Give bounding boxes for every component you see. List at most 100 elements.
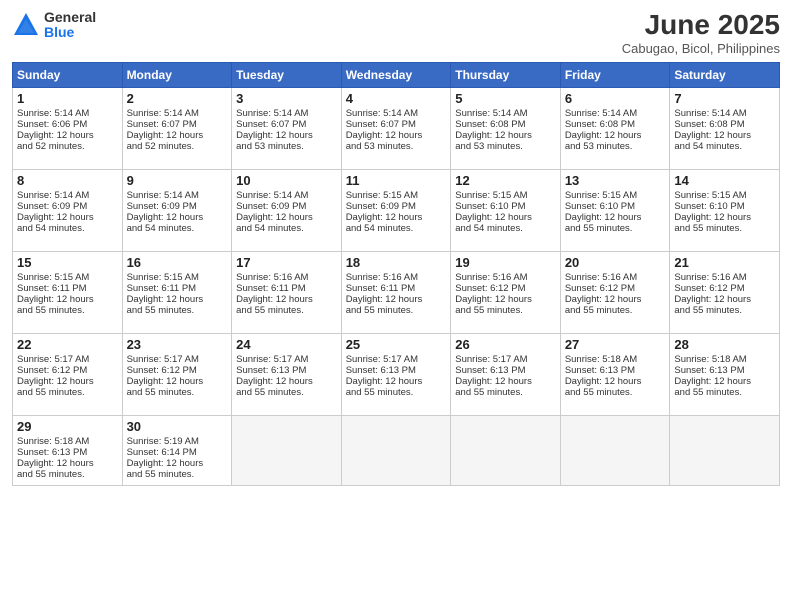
logo-blue: Blue	[44, 25, 96, 40]
sunset-label: Sunset: 6:10 PM	[565, 201, 635, 212]
sunrise-label: Sunrise: 5:16 AM	[565, 272, 637, 283]
day-number: 6	[565, 91, 666, 106]
sunset-label: Sunset: 6:12 PM	[674, 283, 744, 294]
sunrise-label: Sunrise: 5:18 AM	[565, 354, 637, 365]
logo-general: General	[44, 10, 96, 25]
daylight-value: and 55 minutes.	[236, 305, 304, 316]
sunset-label: Sunset: 6:12 PM	[565, 283, 635, 294]
sunrise-label: Sunrise: 5:14 AM	[17, 190, 89, 201]
daylight-label: Daylight: 12 hours	[565, 376, 642, 387]
calendar-cell: 22 Sunrise: 5:17 AM Sunset: 6:12 PM Dayl…	[13, 333, 123, 415]
day-number: 17	[236, 255, 337, 270]
calendar-week-1: 1 Sunrise: 5:14 AM Sunset: 6:06 PM Dayli…	[13, 87, 780, 169]
day-number: 27	[565, 337, 666, 352]
day-number: 26	[455, 337, 556, 352]
daylight-label: Daylight: 12 hours	[127, 130, 204, 141]
calendar-cell: 9 Sunrise: 5:14 AM Sunset: 6:09 PM Dayli…	[122, 169, 232, 251]
sunset-label: Sunset: 6:07 PM	[127, 119, 197, 130]
day-number: 28	[674, 337, 775, 352]
sunrise-label: Sunrise: 5:14 AM	[127, 190, 199, 201]
daylight-label: Daylight: 12 hours	[565, 294, 642, 305]
calendar-week-4: 22 Sunrise: 5:17 AM Sunset: 6:12 PM Dayl…	[13, 333, 780, 415]
day-number: 24	[236, 337, 337, 352]
daylight-label: Daylight: 12 hours	[674, 212, 751, 223]
calendar-cell: 8 Sunrise: 5:14 AM Sunset: 6:09 PM Dayli…	[13, 169, 123, 251]
sunrise-label: Sunrise: 5:17 AM	[17, 354, 89, 365]
calendar-cell: 25 Sunrise: 5:17 AM Sunset: 6:13 PM Dayl…	[341, 333, 451, 415]
daylight-label: Daylight: 12 hours	[236, 376, 313, 387]
daylight-label: Daylight: 12 hours	[17, 212, 94, 223]
daylight-value: and 55 minutes.	[127, 305, 195, 316]
daylight-value: and 55 minutes.	[455, 387, 523, 398]
day-number: 30	[127, 419, 228, 434]
day-header-tuesday: Tuesday	[232, 62, 342, 87]
calendar-cell: 6 Sunrise: 5:14 AM Sunset: 6:08 PM Dayli…	[560, 87, 670, 169]
calendar-cell	[560, 415, 670, 485]
calendar-cell: 1 Sunrise: 5:14 AM Sunset: 6:06 PM Dayli…	[13, 87, 123, 169]
sunrise-label: Sunrise: 5:15 AM	[127, 272, 199, 283]
daylight-value: and 54 minutes.	[346, 223, 414, 234]
calendar-cell: 30 Sunrise: 5:19 AM Sunset: 6:14 PM Dayl…	[122, 415, 232, 485]
logo-icon	[12, 11, 40, 39]
calendar-title: June 2025	[622, 10, 780, 41]
sunset-label: Sunset: 6:08 PM	[674, 119, 744, 130]
daylight-label: Daylight: 12 hours	[455, 212, 532, 223]
daylight-label: Daylight: 12 hours	[455, 130, 532, 141]
daylight-value: and 52 minutes.	[127, 141, 195, 152]
calendar-week-5: 29 Sunrise: 5:18 AM Sunset: 6:13 PM Dayl…	[13, 415, 780, 485]
day-header-wednesday: Wednesday	[341, 62, 451, 87]
daylight-value: and 55 minutes.	[346, 305, 414, 316]
daylight-label: Daylight: 12 hours	[127, 458, 204, 469]
sunrise-label: Sunrise: 5:14 AM	[346, 108, 418, 119]
page: General Blue June 2025 Cabugao, Bicol, P…	[0, 0, 792, 612]
day-number: 16	[127, 255, 228, 270]
daylight-label: Daylight: 12 hours	[236, 294, 313, 305]
sunset-label: Sunset: 6:12 PM	[127, 365, 197, 376]
calendar-cell: 12 Sunrise: 5:15 AM Sunset: 6:10 PM Dayl…	[451, 169, 561, 251]
sunset-label: Sunset: 6:09 PM	[127, 201, 197, 212]
daylight-value: and 53 minutes.	[346, 141, 414, 152]
day-header-saturday: Saturday	[670, 62, 780, 87]
sunrise-label: Sunrise: 5:15 AM	[455, 190, 527, 201]
daylight-value: and 53 minutes.	[565, 141, 633, 152]
daylight-value: and 55 minutes.	[565, 305, 633, 316]
sunset-label: Sunset: 6:08 PM	[565, 119, 635, 130]
day-number: 10	[236, 173, 337, 188]
calendar-cell: 24 Sunrise: 5:17 AM Sunset: 6:13 PM Dayl…	[232, 333, 342, 415]
daylight-value: and 53 minutes.	[455, 141, 523, 152]
calendar-cell: 7 Sunrise: 5:14 AM Sunset: 6:08 PM Dayli…	[670, 87, 780, 169]
calendar-cell	[341, 415, 451, 485]
sunset-label: Sunset: 6:12 PM	[17, 365, 87, 376]
daylight-value: and 55 minutes.	[236, 387, 304, 398]
sunset-label: Sunset: 6:09 PM	[236, 201, 306, 212]
logo-text: General Blue	[44, 10, 96, 41]
daylight-label: Daylight: 12 hours	[17, 376, 94, 387]
sunset-label: Sunset: 6:11 PM	[127, 283, 197, 294]
sunset-label: Sunset: 6:11 PM	[346, 283, 416, 294]
day-number: 23	[127, 337, 228, 352]
sunrise-label: Sunrise: 5:17 AM	[236, 354, 308, 365]
sunset-label: Sunset: 6:11 PM	[17, 283, 87, 294]
calendar-cell: 10 Sunrise: 5:14 AM Sunset: 6:09 PM Dayl…	[232, 169, 342, 251]
daylight-value: and 55 minutes.	[17, 305, 85, 316]
calendar-cell	[232, 415, 342, 485]
sunset-label: Sunset: 6:10 PM	[455, 201, 525, 212]
calendar-cell: 14 Sunrise: 5:15 AM Sunset: 6:10 PM Dayl…	[670, 169, 780, 251]
daylight-label: Daylight: 12 hours	[17, 458, 94, 469]
calendar-cell: 29 Sunrise: 5:18 AM Sunset: 6:13 PM Dayl…	[13, 415, 123, 485]
day-number: 9	[127, 173, 228, 188]
sunrise-label: Sunrise: 5:15 AM	[674, 190, 746, 201]
sunrise-label: Sunrise: 5:18 AM	[674, 354, 746, 365]
calendar-cell: 11 Sunrise: 5:15 AM Sunset: 6:09 PM Dayl…	[341, 169, 451, 251]
sunset-label: Sunset: 6:10 PM	[674, 201, 744, 212]
sunrise-label: Sunrise: 5:15 AM	[565, 190, 637, 201]
daylight-label: Daylight: 12 hours	[346, 130, 423, 141]
daylight-label: Daylight: 12 hours	[236, 212, 313, 223]
day-number: 3	[236, 91, 337, 106]
sunrise-label: Sunrise: 5:14 AM	[565, 108, 637, 119]
logo: General Blue	[12, 10, 96, 41]
daylight-label: Daylight: 12 hours	[17, 130, 94, 141]
calendar-cell: 26 Sunrise: 5:17 AM Sunset: 6:13 PM Dayl…	[451, 333, 561, 415]
sunset-label: Sunset: 6:11 PM	[236, 283, 306, 294]
daylight-label: Daylight: 12 hours	[674, 376, 751, 387]
